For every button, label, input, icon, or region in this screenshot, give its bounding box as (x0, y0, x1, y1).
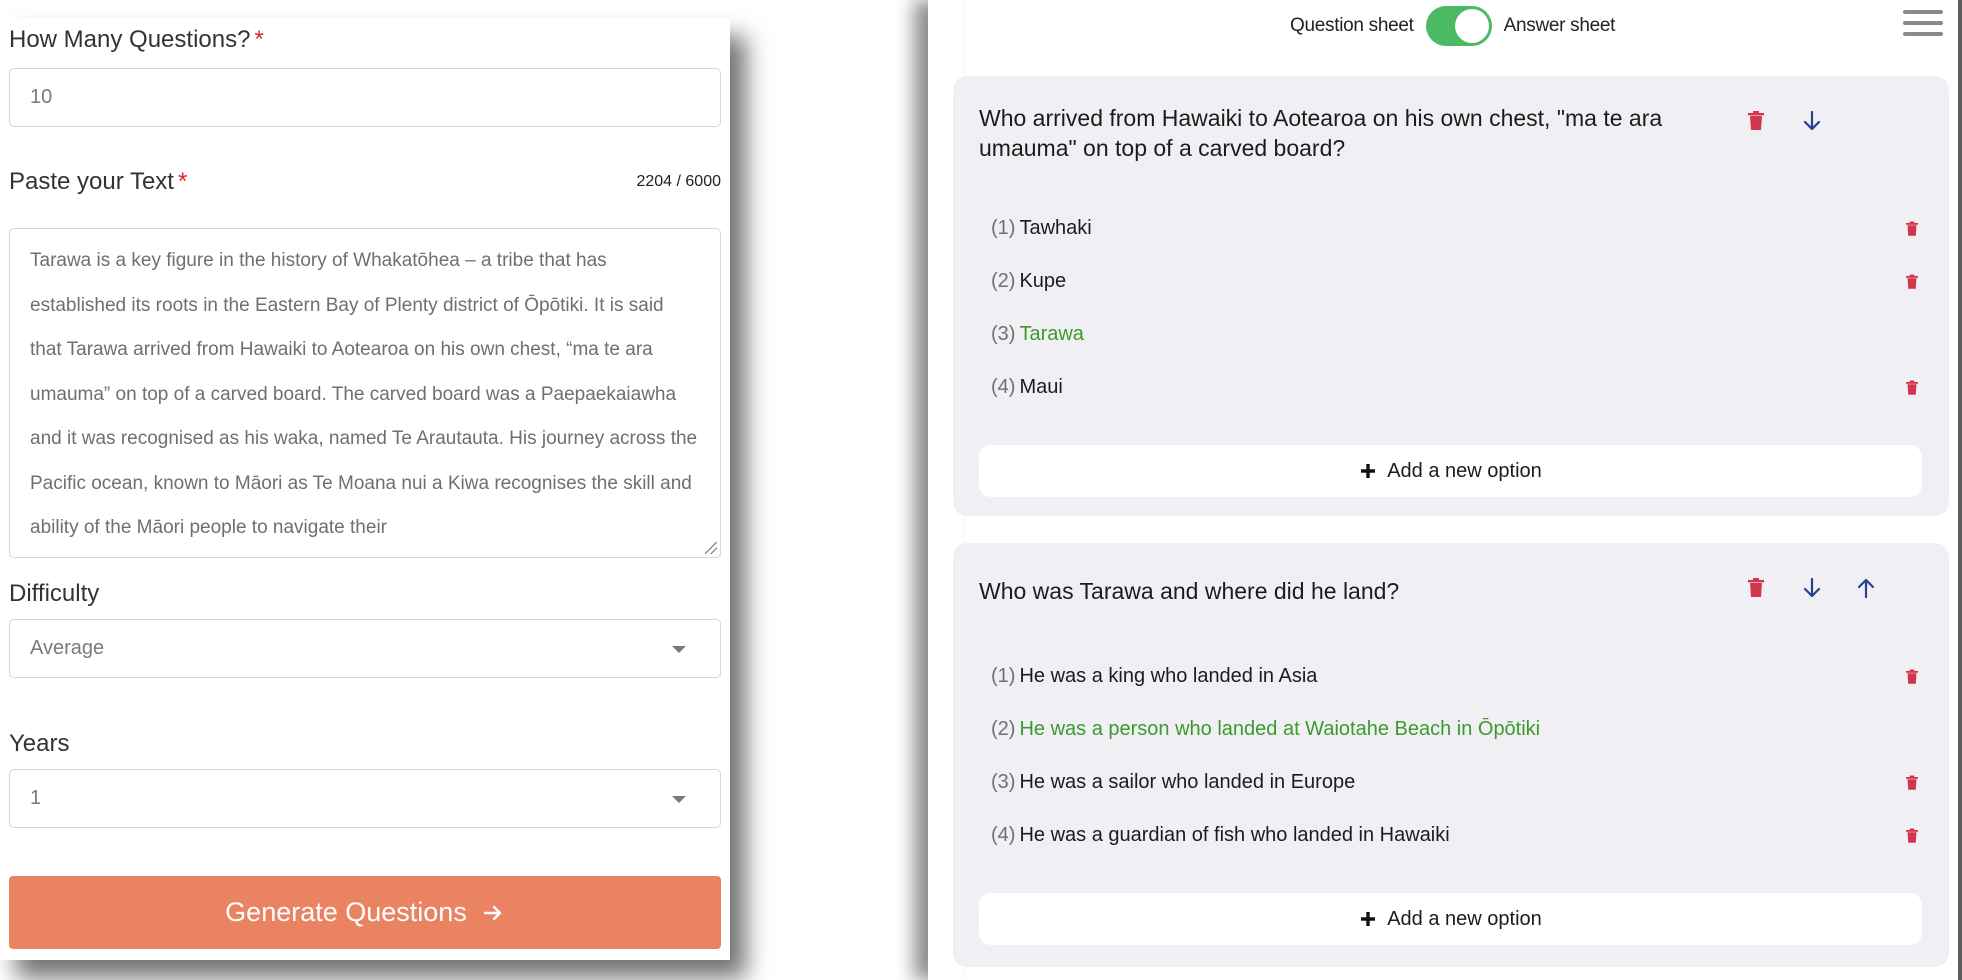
question-title: Who was Tarawa and where did he land? (979, 578, 1400, 604)
question-card: Who was Tarawa and where did he land? (1… (953, 543, 1949, 967)
questions-count-value: 10 (30, 86, 53, 108)
trash-icon[interactable] (1903, 667, 1921, 687)
trash-icon[interactable] (1903, 378, 1921, 398)
arrow-up-icon[interactable] (1854, 576, 1878, 600)
toggle-knob (1454, 9, 1489, 43)
option-number: (3) (991, 323, 1016, 345)
option-number: (1) (991, 217, 1016, 239)
answer-option-correct[interactable]: (2) He was a person who landed at Waiotah… (991, 718, 1540, 741)
years-selected-value: 1 (30, 787, 42, 809)
arrow-down-icon[interactable] (1800, 109, 1824, 133)
years-label: Years (9, 730, 70, 757)
trash-icon[interactable] (1903, 826, 1921, 846)
paste-text-label-text: Paste your Text (9, 168, 174, 195)
answer-option[interactable]: (1) Tawhaki (991, 217, 1092, 240)
paste-text-label: Paste your Text * (9, 168, 187, 196)
trash-icon[interactable] (1744, 109, 1768, 133)
answer-option[interactable]: (4) He was a guardian of fish who landed … (991, 824, 1450, 847)
difficulty-select[interactable]: Average (9, 619, 721, 678)
question-generator-form: How Many Questions? * 10 Paste your Text *… (0, 18, 730, 960)
option-text: Kupe (1019, 270, 1067, 292)
questions-count-label-text: How Many Questions? (9, 26, 251, 53)
option-text: He was a king who landed in Asia (1019, 665, 1318, 687)
difficulty-label: Difficulty (9, 580, 100, 607)
option-number: (4) (991, 824, 1016, 846)
question-card: Who arrived from Hawaiki to Aotearoa on … (953, 76, 1949, 516)
required-mark: * (177, 168, 188, 195)
answer-option[interactable]: (3) He was a sailor who landed in Europe (991, 771, 1355, 794)
required-mark: * (254, 26, 264, 53)
answer-option-correct[interactable]: (3) Tarawa (991, 323, 1084, 346)
option-number: (3) (991, 771, 1016, 793)
hamburger-menu-icon[interactable] (1903, 10, 1943, 40)
trash-icon[interactable] (1744, 576, 1768, 600)
answer-sheet-label: Answer sheet (1503, 15, 1616, 36)
years-select[interactable]: 1 (9, 769, 721, 828)
answer-option[interactable]: (4) Maui (991, 376, 1063, 399)
option-text: Maui (1019, 376, 1063, 398)
option-text: Tawhaki (1019, 217, 1092, 239)
plus-icon (1361, 912, 1376, 926)
resize-handle-icon[interactable] (705, 542, 717, 554)
option-text: He was a guardian of fish who landed in … (1019, 824, 1450, 846)
option-text: He was a sailor who landed in Europe (1019, 771, 1356, 793)
plus-icon (1361, 464, 1376, 478)
sheet-toggle-switch[interactable] (1425, 6, 1492, 46)
answer-option[interactable]: (2) Kupe (991, 270, 1066, 293)
character-count: 2204 / 6000 (636, 173, 721, 190)
trash-icon[interactable] (1903, 773, 1921, 793)
questions-count-input[interactable]: 10 (9, 68, 721, 127)
questions-count-label: How Many Questions? * (9, 26, 264, 54)
option-number: (2) (991, 718, 1016, 740)
add-option-button[interactable]: Add a new option (979, 445, 1922, 497)
paste-text-area[interactable]: Tarawa is a key figure in the history of… (9, 228, 721, 558)
question-sheet-label: Question sheet (1290, 15, 1414, 36)
option-number: (4) (991, 376, 1016, 398)
option-text: He was a person who landed at Waiotahe B… (1019, 718, 1541, 740)
option-number: (2) (991, 270, 1016, 292)
trash-icon[interactable] (1903, 272, 1921, 292)
add-option-label: Add a new option (1387, 907, 1542, 930)
arrow-right-icon (483, 905, 502, 920)
sheet-toggle-bar: Question sheet Answer sheet (1290, 4, 1615, 48)
question-title: Who arrived from Hawaiki to Aotearoa on … (979, 105, 1663, 161)
option-number: (1) (991, 665, 1016, 687)
scrollbar[interactable] (1958, 0, 1962, 980)
chevron-down-icon (672, 646, 686, 653)
arrow-down-icon[interactable] (1800, 576, 1824, 600)
generate-questions-label: Generate Questions (225, 897, 467, 927)
generate-questions-button[interactable]: Generate Questions (9, 876, 721, 949)
add-option-button[interactable]: Add a new option (979, 893, 1922, 945)
difficulty-selected-value: Average (30, 637, 105, 659)
paste-text-value: Tarawa is a key figure in the history of… (30, 250, 698, 538)
add-option-label: Add a new option (1387, 459, 1542, 482)
chevron-down-icon (672, 796, 686, 803)
answer-option[interactable]: (1) He was a king who landed in Asia (991, 665, 1317, 688)
trash-icon[interactable] (1903, 219, 1921, 239)
option-text: Tarawa (1019, 323, 1084, 345)
